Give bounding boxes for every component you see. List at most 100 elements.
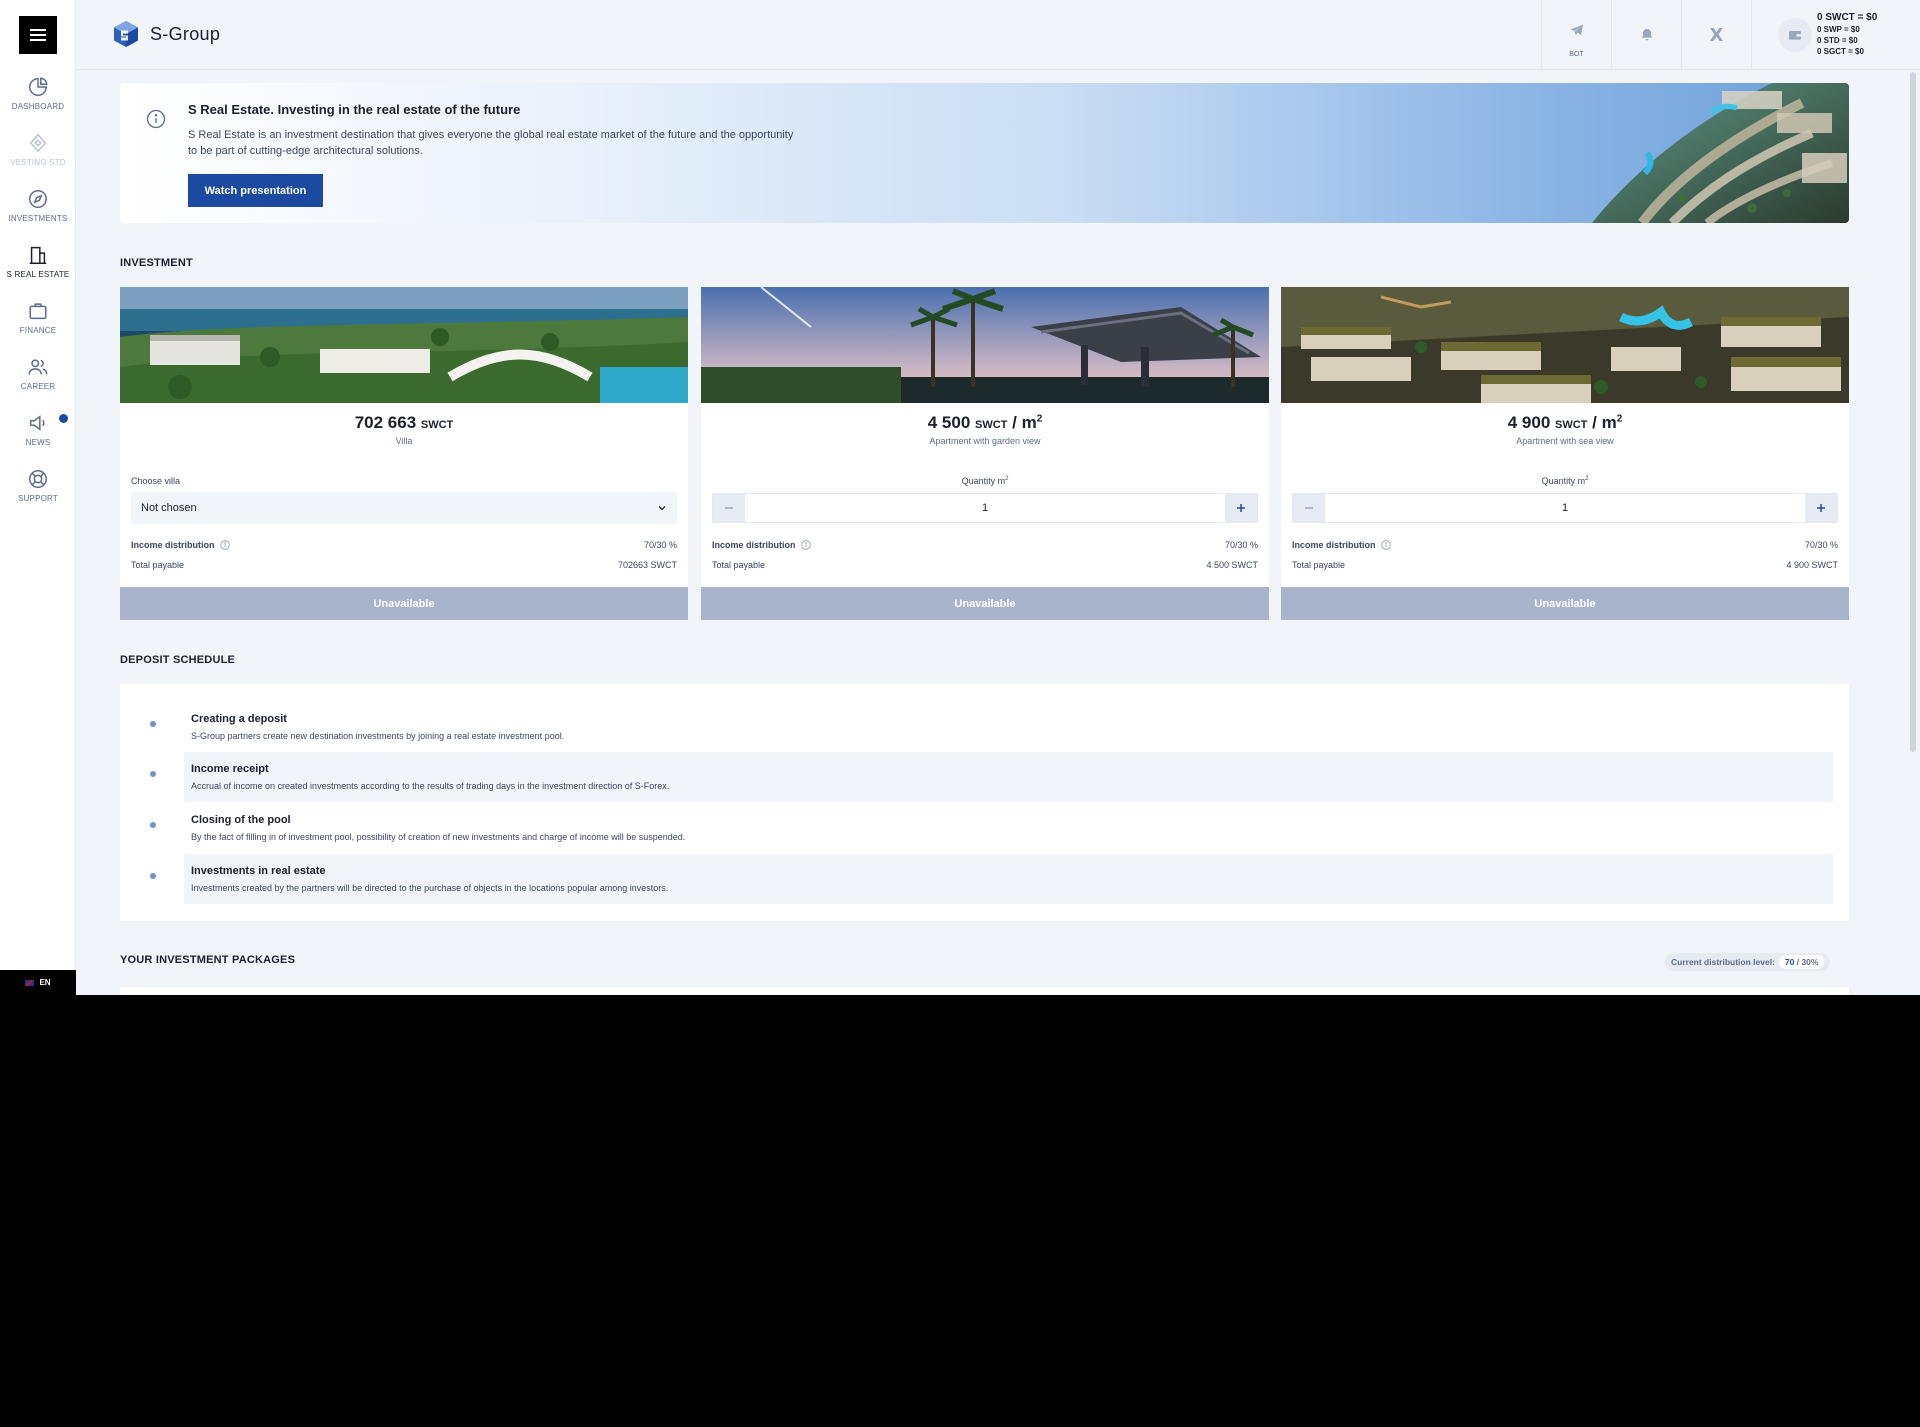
- investment-packages-panel: [120, 987, 1849, 995]
- lifebuoy-icon: [27, 468, 49, 490]
- sidebar-item-news[interactable]: NEWS: [0, 412, 76, 464]
- income-distribution-row: Income distribution 70/30 %: [131, 540, 677, 550]
- banner-text: S Real Estate is an investment destinati…: [188, 129, 794, 157]
- chevron-down-icon: [658, 506, 666, 511]
- building-icon: [27, 244, 49, 266]
- minus-icon: [725, 507, 733, 509]
- total-payable-label: Total payable: [712, 560, 766, 570]
- sidebar-item-label: NEWS: [25, 438, 51, 447]
- investment-section-title: INVESTMENT: [120, 257, 193, 269]
- step-title: Closing of the pool: [191, 814, 291, 826]
- step-bullet: [150, 721, 156, 727]
- quantity-input[interactable]: [745, 494, 1225, 522]
- total-payable-label: Total payable: [1292, 560, 1346, 570]
- info-icon[interactable]: [1380, 540, 1391, 550]
- income-distribution-row: Income distribution 70/30 %: [712, 540, 1258, 550]
- step-text: By the fact of filling in of investment …: [191, 832, 686, 842]
- sidebar-item-vesting-std[interactable]: VESTING STD: [0, 132, 76, 184]
- info-icon[interactable]: [800, 540, 811, 550]
- quantity-label-exponent: 2: [1005, 476, 1009, 482]
- income-distribution-label: Income distribution: [1292, 540, 1376, 550]
- price-per-unit-exponent: 2: [1616, 413, 1623, 425]
- step-title: Creating a deposit: [191, 713, 287, 725]
- income-distribution-row: Income distribution 70/30 %: [1292, 540, 1838, 550]
- std-balance: 0 STD = $0: [1817, 36, 1858, 45]
- hamburger-icon: [30, 29, 46, 41]
- distribution-level-label: Current distribution level:: [1671, 957, 1775, 967]
- bell-icon: [1630, 18, 1664, 52]
- sidebar-item-support[interactable]: SUPPORT: [0, 468, 76, 520]
- language-switcher[interactable]: EN: [0, 970, 76, 995]
- sidebar-item-finance[interactable]: FINANCE: [0, 300, 76, 352]
- swct-balance: 0 SWCT = $0: [1817, 12, 1878, 23]
- unavailable-button[interactable]: Unavailable: [1281, 587, 1849, 620]
- increment-button[interactable]: [1225, 494, 1257, 522]
- property-type: Apartment with sea view: [1516, 436, 1614, 446]
- sidebar-item-career[interactable]: CAREER: [0, 356, 76, 408]
- brand-logo[interactable]: S-Group: [112, 20, 220, 48]
- investment-packages-title: YOUR INVESTMENT PACKAGES: [120, 954, 296, 966]
- x-social-button[interactable]: X: [1681, 0, 1751, 70]
- property-type: Apartment with garden view: [929, 436, 1041, 446]
- swp-balance: 0 SWP = $0: [1817, 25, 1860, 34]
- step-title: Investments in real estate: [191, 865, 326, 877]
- total-payable-row: Total payable 4 500 SWCT: [712, 560, 1258, 570]
- sgct-balance: 0 SGCT = $0: [1817, 47, 1864, 56]
- pie-chart-icon: [27, 76, 49, 98]
- schedule-step: Investments in real estate Investments c…: [150, 854, 1833, 904]
- telegram-icon: [1560, 13, 1594, 47]
- users-icon: [27, 356, 49, 378]
- price-per-unit: / m: [1012, 413, 1037, 432]
- unavailable-button[interactable]: Unavailable: [120, 587, 688, 620]
- income-distribution-value: 70/30 %: [643, 540, 677, 550]
- language-label: EN: [39, 978, 51, 987]
- topbar: S-Group BOT X 0 SWCT = $0 0 SWP = $0 0 S…: [76, 0, 1920, 70]
- sidebar-item-dashboard[interactable]: DASHBOARD: [0, 76, 76, 128]
- income-distribution-value: 70/30 %: [1224, 540, 1258, 550]
- brand-name: S-Group: [150, 23, 221, 44]
- notifications-button[interactable]: [1611, 0, 1681, 70]
- watch-presentation-button[interactable]: Watch presentation: [188, 174, 323, 207]
- price-value: 4 900: [1507, 413, 1551, 432]
- price-value: 702 663: [354, 413, 417, 432]
- uk-flag-icon: [25, 979, 35, 986]
- step-bullet: [150, 771, 156, 777]
- increment-button[interactable]: [1805, 494, 1837, 522]
- income-distribution-label: Income distribution: [131, 540, 215, 550]
- menu-toggle-button[interactable]: [19, 16, 57, 54]
- quantity-label: Quantity m2: [701, 476, 1269, 486]
- step-bullet: [150, 873, 156, 879]
- sidebar-item-label: S REAL ESTATE: [6, 270, 70, 279]
- sea-apartment-price: 4 900 SWCT / m2: [1281, 413, 1849, 433]
- promo-banner: S Real Estate. Investing in the real est…: [120, 83, 1849, 223]
- telegram-bot-button[interactable]: BOT: [1541, 0, 1611, 70]
- price-per-unit-exponent: 2: [1036, 413, 1043, 425]
- unavailable-button[interactable]: Unavailable: [701, 587, 1269, 620]
- sidebar: DASHBOARD VESTING STD INVESTMENTS S REAL…: [0, 0, 76, 995]
- price-unit: SWCT: [975, 419, 1008, 431]
- megaphone-icon: [27, 412, 49, 434]
- decrement-button[interactable]: [713, 494, 745, 522]
- compass-icon: [27, 188, 49, 210]
- quantity-input[interactable]: [1325, 494, 1805, 522]
- sidebar-item-investments[interactable]: INVESTMENTS: [0, 188, 76, 240]
- income-distribution-key: Income distribution: [1292, 540, 1391, 550]
- villa-select[interactable]: Not chosen: [131, 492, 677, 524]
- briefcase-icon: [27, 300, 49, 322]
- villa-card: 702 663 SWCT Villa Choose villa Not chos…: [120, 287, 688, 620]
- info-icon[interactable]: [219, 540, 230, 550]
- sidebar-item-label: VESTING STD: [10, 158, 66, 167]
- quantity-label-text: Quantity m: [1541, 476, 1586, 486]
- scrollbar-thumb[interactable]: [1910, 72, 1916, 752]
- page-scrollbar[interactable]: [1906, 70, 1920, 995]
- quantity-label-text: Quantity m: [961, 476, 1006, 486]
- sidebar-item-s-real-estate[interactable]: S REAL ESTATE: [0, 244, 76, 296]
- total-payable-row: Total payable 702663 SWCT: [131, 560, 677, 570]
- garden-apartment-price: 4 500 SWCT / m2: [701, 413, 1269, 433]
- total-payable-value: 4 500 SWCT: [1206, 560, 1258, 570]
- sidebar-item-label: FINANCE: [19, 326, 57, 335]
- app-window: DASHBOARD VESTING STD INVESTMENTS S REAL…: [0, 0, 1920, 995]
- income-distribution-label: Income distribution: [712, 540, 796, 550]
- price-unit: SWCT: [1555, 419, 1588, 431]
- decrement-button[interactable]: [1293, 494, 1325, 522]
